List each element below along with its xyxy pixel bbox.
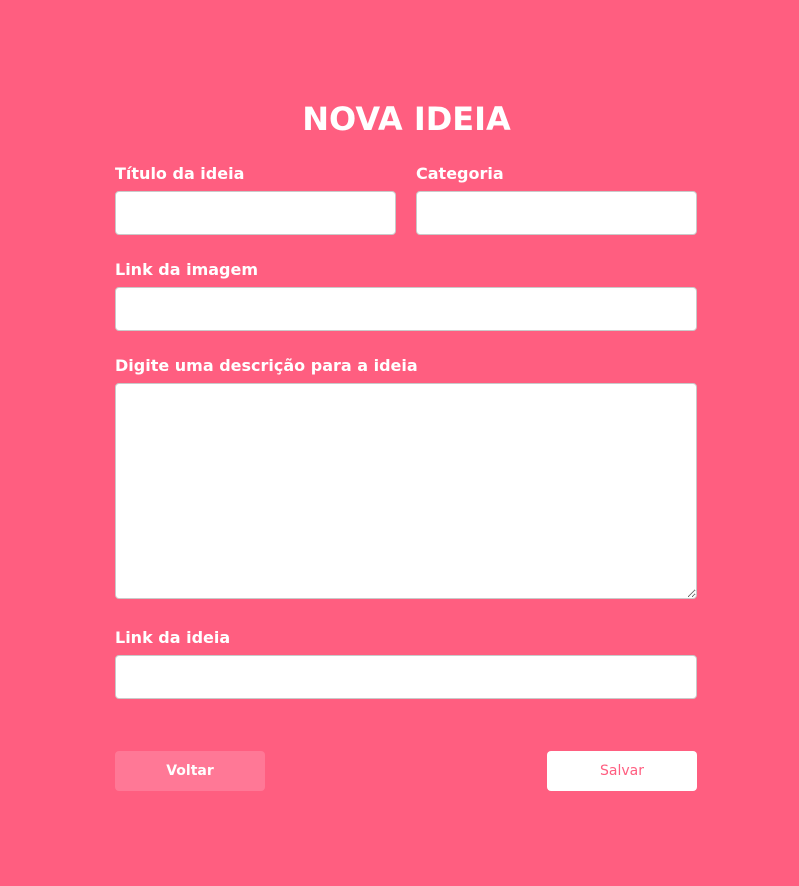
image-link-input[interactable] xyxy=(115,287,697,331)
idea-link-input[interactable] xyxy=(115,655,697,699)
back-button[interactable]: Voltar xyxy=(115,751,265,791)
title-input[interactable] xyxy=(115,191,396,235)
description-textarea[interactable] xyxy=(115,383,697,599)
title-field-label: Título da ideia xyxy=(115,164,245,183)
page-title: NOVA IDEIA xyxy=(302,100,511,138)
save-button[interactable]: Salvar xyxy=(547,751,697,791)
description-field-label: Digite uma descrição para a ideia xyxy=(115,356,418,375)
category-field-label: Categoria xyxy=(416,164,504,183)
image-link-field-label: Link da imagem xyxy=(115,260,259,279)
category-input[interactable] xyxy=(416,191,697,235)
idea-link-field-label: Link da ideia xyxy=(115,628,231,647)
